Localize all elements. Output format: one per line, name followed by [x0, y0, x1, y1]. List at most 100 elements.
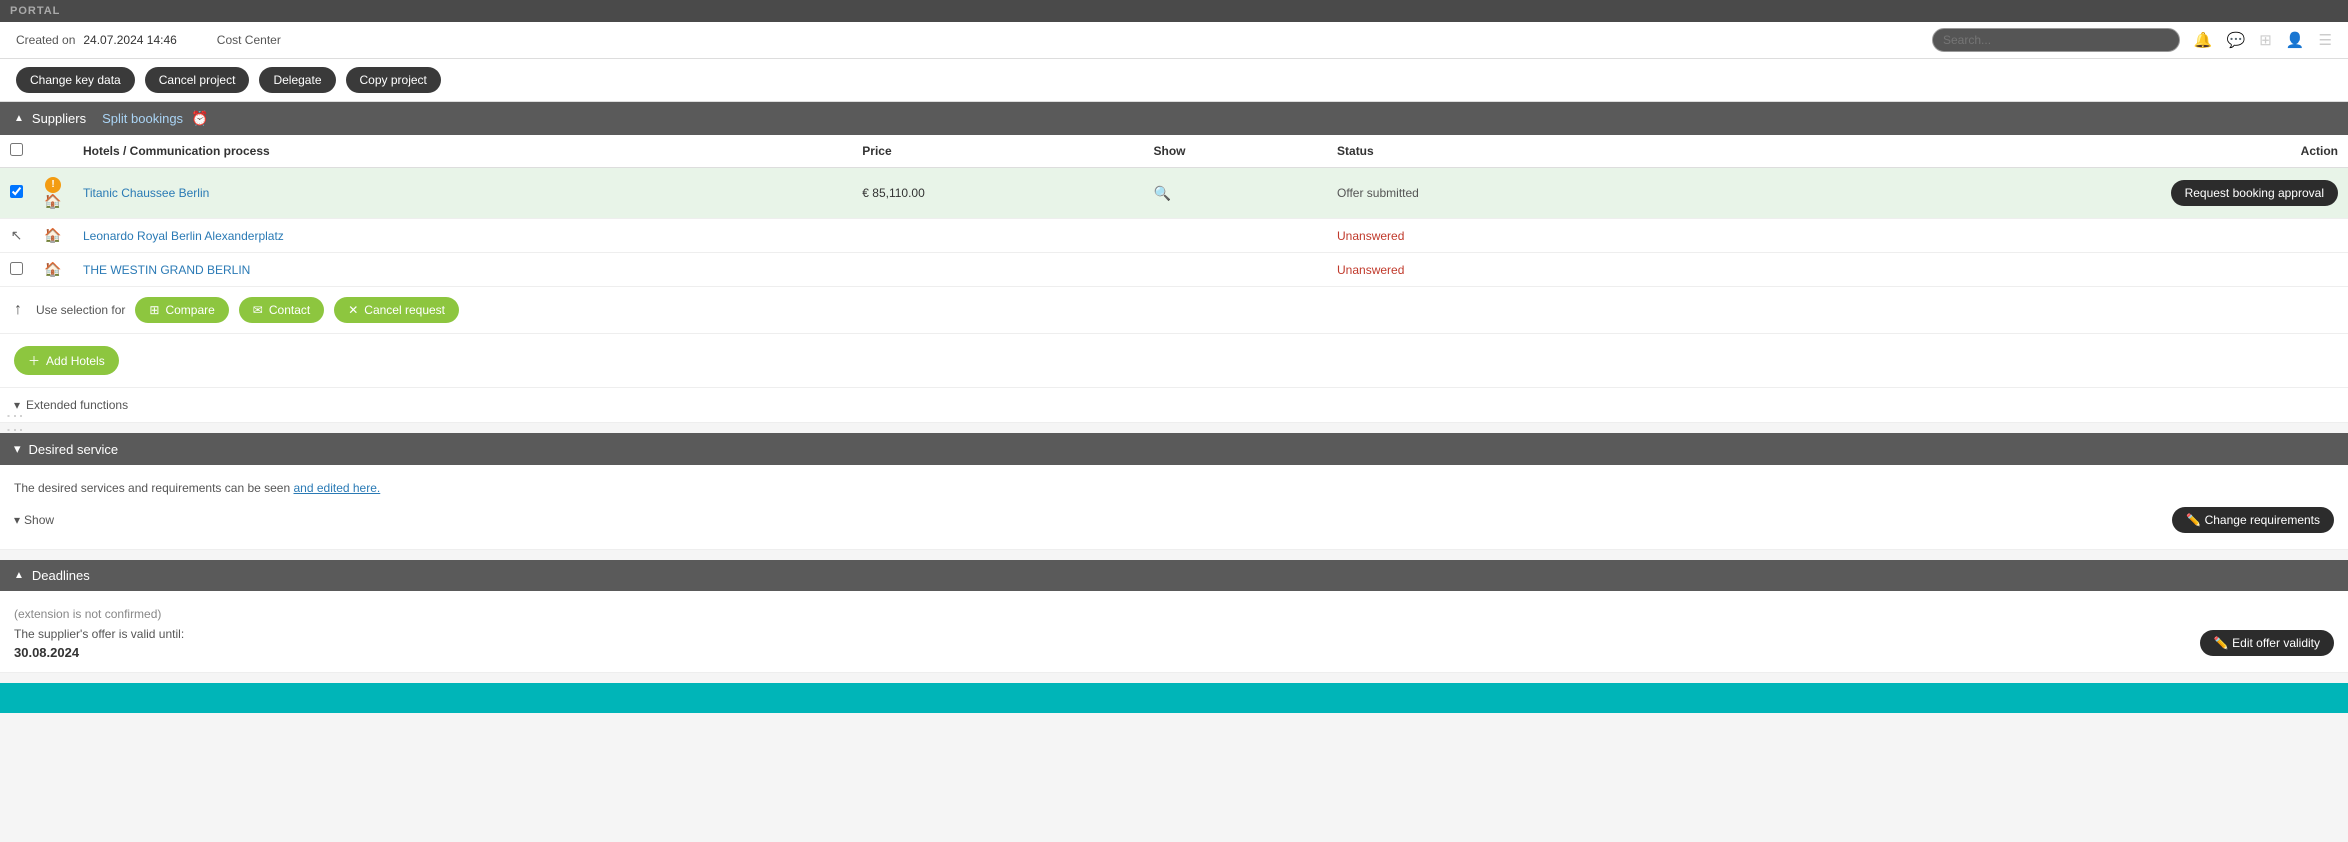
drag-handle: ⋮⋮	[4, 407, 26, 435]
nav-area: 🔔 💬 ⊞ 👤 ☰	[1932, 28, 2332, 52]
desired-service-header[interactable]: ▾ Desired service	[0, 433, 2348, 465]
row3-checkbox[interactable]	[10, 262, 23, 275]
row1-hotel-name: Titanic Chaussee Berlin	[73, 168, 852, 219]
row1-checkbox[interactable]	[10, 185, 23, 198]
add-hotels-row: ＋ Add Hotels	[0, 334, 2348, 388]
row2-status: Unanswered	[1327, 219, 1686, 253]
hotel-icon: 🏠	[44, 193, 61, 209]
table-row: 🏠 THE WESTIN GRAND BERLIN Unanswered	[0, 253, 2348, 287]
delegate-button[interactable]: Delegate	[259, 67, 335, 93]
cancel-request-icon: ✕	[348, 303, 358, 317]
change-requirements-label: Change requirements	[2205, 513, 2320, 527]
change-requirements-button[interactable]: ✏️ Change requirements	[2172, 507, 2334, 533]
use-selection-label: Use selection for	[36, 303, 125, 317]
action-bar: Change key data Cancel project Delegate …	[0, 59, 2348, 102]
cost-center-field: Cost Center	[217, 33, 281, 47]
teal-bottom-bar	[0, 683, 2348, 713]
compare-label: Compare	[165, 303, 214, 317]
portal-label: PORTAL	[10, 5, 60, 17]
created-on-label: Created on	[16, 33, 75, 47]
cost-center-label: Cost Center	[217, 33, 281, 47]
select-all-header	[0, 135, 33, 168]
compare-button[interactable]: ⊞ Compare	[135, 297, 228, 323]
chat-icon[interactable]: 💬	[2227, 31, 2246, 49]
cancel-request-label: Cancel request	[364, 303, 445, 317]
row3-price	[852, 253, 1143, 287]
desired-service-title: Desired service	[29, 442, 119, 457]
cancel-request-button[interactable]: ✕ Cancel request	[334, 297, 459, 323]
westin-grand-link[interactable]: THE WESTIN GRAND BERLIN	[83, 263, 250, 277]
edit-validity-label: Edit offer validity	[2232, 636, 2320, 650]
row2-checkbox-cell: ↖	[0, 219, 33, 253]
top-bar: PORTAL	[0, 0, 2348, 22]
show-toggle[interactable]: ▾ Show	[14, 513, 54, 527]
copy-project-button[interactable]: Copy project	[346, 67, 441, 93]
suppliers-chevron-up-icon: ▲	[14, 113, 24, 124]
desired-service-chevron-down-icon: ▾	[14, 441, 21, 457]
grid-icon[interactable]: ⊞	[2259, 31, 2272, 49]
suppliers-table: Hotels / Communication process Price Sho…	[0, 135, 2348, 287]
compare-icon: ⊞	[149, 303, 159, 317]
col-icons-header	[33, 135, 73, 168]
row2-action	[1686, 219, 2348, 253]
hotel-icon: 🏠	[44, 227, 61, 243]
clock-icon: ⏰	[191, 110, 208, 127]
user-icon[interactable]: 👤	[2286, 31, 2305, 49]
bell-icon[interactable]: 🔔	[2194, 31, 2213, 49]
change-key-data-button[interactable]: Change key data	[16, 67, 135, 93]
row1-show: 🔍	[1144, 168, 1328, 219]
deadlines-title: Deadlines	[32, 568, 90, 583]
row1-price: € 85,110.00	[852, 168, 1143, 219]
select-all-checkbox[interactable]	[10, 143, 23, 156]
row1-action: Request booking approval	[1686, 168, 2348, 219]
row2-price	[852, 219, 1143, 253]
desired-service-body: The desired services and requirements ca…	[0, 465, 2348, 550]
show-chevron-down-icon: ▾	[14, 513, 20, 527]
row3-icons: 🏠	[33, 253, 73, 287]
deadlines-footer: ✏️ Edit offer validity	[14, 630, 2334, 656]
edit-offer-validity-button[interactable]: ✏️ Edit offer validity	[2200, 630, 2334, 656]
extended-functions-label: Extended functions	[26, 398, 128, 412]
deadlines-section-header[interactable]: ▲ Deadlines	[0, 560, 2348, 591]
col-status-header: Status	[1327, 135, 1686, 168]
suppliers-section: ▲ Suppliers Split bookings ⏰ Hotels / Co…	[0, 102, 2348, 388]
row2-show	[1144, 219, 1328, 253]
menu-icon[interactable]: ☰	[2319, 31, 2332, 49]
cancel-project-button[interactable]: Cancel project	[145, 67, 250, 93]
row2-icons: 🏠	[33, 219, 73, 253]
cursor-indicator: ↖	[11, 227, 23, 243]
show-label: Show	[24, 513, 54, 527]
extended-functions-row[interactable]: ▾ Extended functions	[0, 388, 2348, 423]
extension-note: (extension is not confirmed)	[14, 607, 2334, 621]
table-row: ! 🏠 Titanic Chaussee Berlin € 85,110.00 …	[0, 168, 2348, 219]
titanic-chaussee-link[interactable]: Titanic Chaussee Berlin	[83, 186, 209, 200]
row1-checkbox-cell	[0, 168, 33, 219]
desired-service-footer: ▾ Show ✏️ Change requirements	[14, 507, 2334, 533]
magnifier-icon[interactable]: 🔍	[1154, 185, 1171, 202]
col-action-header: Action	[1686, 135, 2348, 168]
contact-button[interactable]: ✉ Contact	[239, 297, 324, 323]
created-on-field: Created on 24.07.2024 14:46	[16, 33, 177, 47]
row2-hotel-name: Leonardo Royal Berlin Alexanderplatz	[73, 219, 852, 253]
row3-checkbox-cell	[0, 253, 33, 287]
suppliers-section-header[interactable]: ▲ Suppliers Split bookings ⏰	[0, 102, 2348, 135]
plus-icon: ＋	[28, 352, 40, 369]
deadlines-section: ▲ Deadlines (extension is not confirmed)…	[0, 560, 2348, 673]
desired-service-link[interactable]: and edited here.	[294, 481, 381, 495]
request-booking-approval-button[interactable]: Request booking approval	[2171, 180, 2338, 206]
deadlines-body: (extension is not confirmed) The supplie…	[0, 591, 2348, 673]
leonardo-royal-link[interactable]: Leonardo Royal Berlin Alexanderplatz	[83, 229, 284, 243]
desired-service-section: ▾ Desired service The desired services a…	[0, 433, 2348, 550]
row1-status: Offer submitted	[1327, 168, 1686, 219]
warning-icon: !	[45, 177, 61, 193]
row3-show	[1144, 253, 1328, 287]
search-input[interactable]	[1932, 28, 2180, 52]
row3-action	[1686, 253, 2348, 287]
col-show-header: Show	[1144, 135, 1328, 168]
hotel-icon: 🏠	[44, 261, 61, 277]
row1-icons: ! 🏠	[33, 168, 73, 219]
add-hotels-button[interactable]: ＋ Add Hotels	[14, 346, 119, 375]
table-row: ↖ 🏠 Leonardo Royal Berlin Alexanderplatz…	[0, 219, 2348, 253]
suppliers-title: Suppliers	[32, 111, 86, 126]
split-bookings-link[interactable]: Split bookings	[102, 111, 183, 126]
